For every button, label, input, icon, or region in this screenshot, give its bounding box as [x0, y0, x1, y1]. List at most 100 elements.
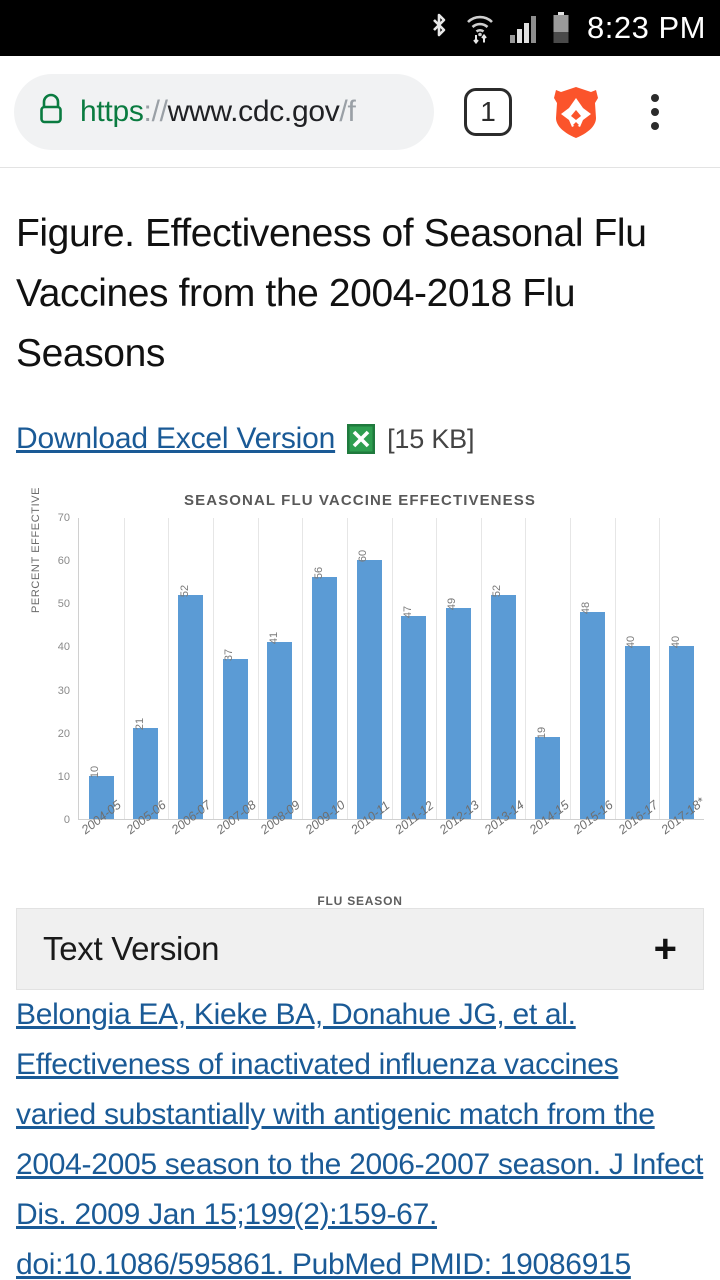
chart-gridline	[436, 518, 438, 819]
chart-bar-value-label: 40	[625, 636, 637, 649]
battery-icon	[552, 12, 570, 44]
chart-y-tick: 20	[57, 727, 70, 740]
chart-bar-value-label: 40	[669, 636, 682, 649]
chart-bar-cell: 52	[481, 518, 526, 819]
chart-y-tick: 0	[63, 814, 70, 826]
plus-icon[interactable]: +	[654, 929, 677, 969]
chart-bar: 48	[579, 602, 605, 819]
chart-title: SEASONAL FLU VACCINE EFFECTIVENESS	[184, 492, 536, 509]
chart-bar: 52	[178, 585, 204, 819]
status-bar-clock: 8:23 PM	[587, 10, 706, 45]
overflow-menu-icon[interactable]	[638, 88, 672, 136]
brave-lion-icon[interactable]	[550, 84, 602, 140]
chart-x-axis-ticks: 2004-05 2005-06 2006-07 2007-08 2008-09 2009-…	[78, 795, 707, 884]
chart-bar: 56	[312, 567, 338, 819]
chart-gridline	[614, 518, 616, 819]
chart-bar: 52	[490, 585, 516, 819]
citation-link[interactable]: Belongia EA, Kieke BA, Donahue JG, et al…	[16, 998, 704, 1280]
chart-x-tick-cell: 2009-10	[302, 798, 348, 884]
menu-dot	[651, 121, 659, 130]
chart-gridline	[391, 518, 393, 819]
chart-bar-value-label: 49	[446, 597, 459, 610]
chart-gridline	[168, 518, 170, 819]
chart-x-tick-cell: 2017-18*	[658, 795, 707, 884]
chart-bar-value-label: 19	[535, 726, 548, 740]
tab-count-label: 1	[480, 95, 496, 127]
chart-x-tick-cell: 2012-13	[436, 798, 482, 884]
url-text: https://www.cdc.gov/f	[80, 95, 356, 129]
chart-y-axis-label: PERCENT EFFECTIVE	[30, 486, 42, 613]
chart-bar-cell: 19	[525, 518, 570, 819]
chart-y-tick: 70	[57, 512, 70, 524]
chart-y-axis-ticks: 0 10 20 30 40 50 60 70	[46, 512, 74, 826]
url-path: /f	[339, 94, 356, 128]
chart-x-tick-cell: 2006-07	[167, 798, 214, 884]
chart-x-tick-cell: 2010-11	[346, 798, 392, 884]
chart-bar-cell: 21	[124, 518, 169, 819]
chart-bar-value-label: 60	[357, 550, 370, 563]
chart-gridline	[346, 518, 348, 819]
file-size-label: [15 KB]	[387, 423, 475, 454]
chart-y-tick: 60	[57, 555, 70, 568]
chart-plot-container: PERCENT EFFECTIVE 0 10 20 30 40 50 60 70 10 21 52…	[16, 487, 707, 908]
chart-gridline	[480, 518, 482, 819]
chart-x-tick-cell: 2013-14	[480, 798, 527, 884]
download-excel-link[interactable]: Download Excel Version	[16, 422, 335, 456]
chart-bar-cell: 47	[391, 518, 436, 819]
chart-bar-value-label: 37	[223, 649, 236, 662]
chart-bar-value-label: 41	[267, 632, 280, 645]
chart-bar-value-label: 47	[401, 606, 414, 619]
page-content: Figure. Effectiveness of Seasonal Flu Va…	[0, 168, 720, 1280]
page-title: Figure. Effectiveness of Seasonal Flu Va…	[16, 212, 647, 375]
menu-dot	[651, 107, 659, 116]
chart-x-axis-label: FLU SEASON	[317, 894, 403, 908]
url-bar[interactable]: https://www.cdc.gov/f	[14, 73, 434, 150]
chart-bar-cell: 49	[436, 518, 481, 819]
chart-plot-area: 10 21 52 37 41 56 60 47 49 52 19 48 40 40	[78, 518, 704, 820]
chart-x-tick-cell: 2011-12	[391, 798, 437, 884]
chart-bar-value-label: 52	[491, 584, 504, 597]
url-separator: ://	[143, 94, 168, 128]
chart-bar: 47	[401, 606, 427, 819]
chart-x-tick-cell: 2016-17	[615, 798, 661, 884]
browser-toolbar: https://www.cdc.gov/f 1	[0, 56, 720, 168]
excel-file-icon[interactable]	[346, 423, 376, 455]
chart-bar-value-label: 56	[312, 567, 325, 580]
chart-y-tick: 10	[57, 770, 70, 783]
chart-bar-cell: 48	[570, 518, 615, 819]
status-bar: 8:23 PM	[0, 0, 720, 56]
url-scheme: https	[80, 94, 144, 128]
chart-gridline	[302, 518, 304, 819]
chart-y-tick: 50	[57, 598, 70, 611]
chart-bar: 37	[222, 649, 248, 819]
chart-x-tick-cell: 2008-09	[257, 798, 303, 884]
chart-x-tick-cell: 2005-06	[123, 798, 169, 884]
chart-bar-cell: 41	[258, 518, 303, 819]
chart-bar: 40	[624, 636, 650, 819]
bluetooth-icon	[427, 12, 451, 44]
chart-gridline	[257, 518, 259, 819]
chart-bar-cell: 10	[79, 518, 124, 819]
chart-bar: 41	[267, 632, 293, 819]
wifi-icon	[464, 12, 496, 44]
chart-bar-value-label: 48	[580, 601, 593, 615]
chart-bar-cell: 52	[168, 518, 213, 819]
chart-bar: 49	[445, 597, 471, 819]
chart-bar: 40	[669, 636, 695, 819]
chart-bar-value-label: 52	[178, 584, 191, 597]
chart-bar-cell: 60	[347, 518, 392, 819]
text-version-accordion[interactable]: Text Version +	[16, 908, 704, 990]
tab-counter-button[interactable]: 1	[464, 87, 512, 136]
chart-bar: 60	[356, 550, 382, 819]
chart-y-tick: 40	[57, 641, 70, 654]
menu-dot	[651, 93, 659, 102]
chart-bar-value-label: 21	[133, 718, 146, 731]
chart-x-tick-cell: 2014-15	[525, 798, 571, 884]
chart-x-tick-cell: 2015-16	[570, 798, 616, 884]
chart-bar-cell: 56	[302, 518, 347, 819]
chart-gridline	[123, 518, 125, 819]
chart-bar-cell: 40	[615, 518, 660, 819]
download-row: Download Excel Version [15 KB]	[16, 422, 704, 456]
chart-gridline	[570, 518, 572, 819]
chart-x-tick-cell: 2004-05	[78, 798, 124, 884]
